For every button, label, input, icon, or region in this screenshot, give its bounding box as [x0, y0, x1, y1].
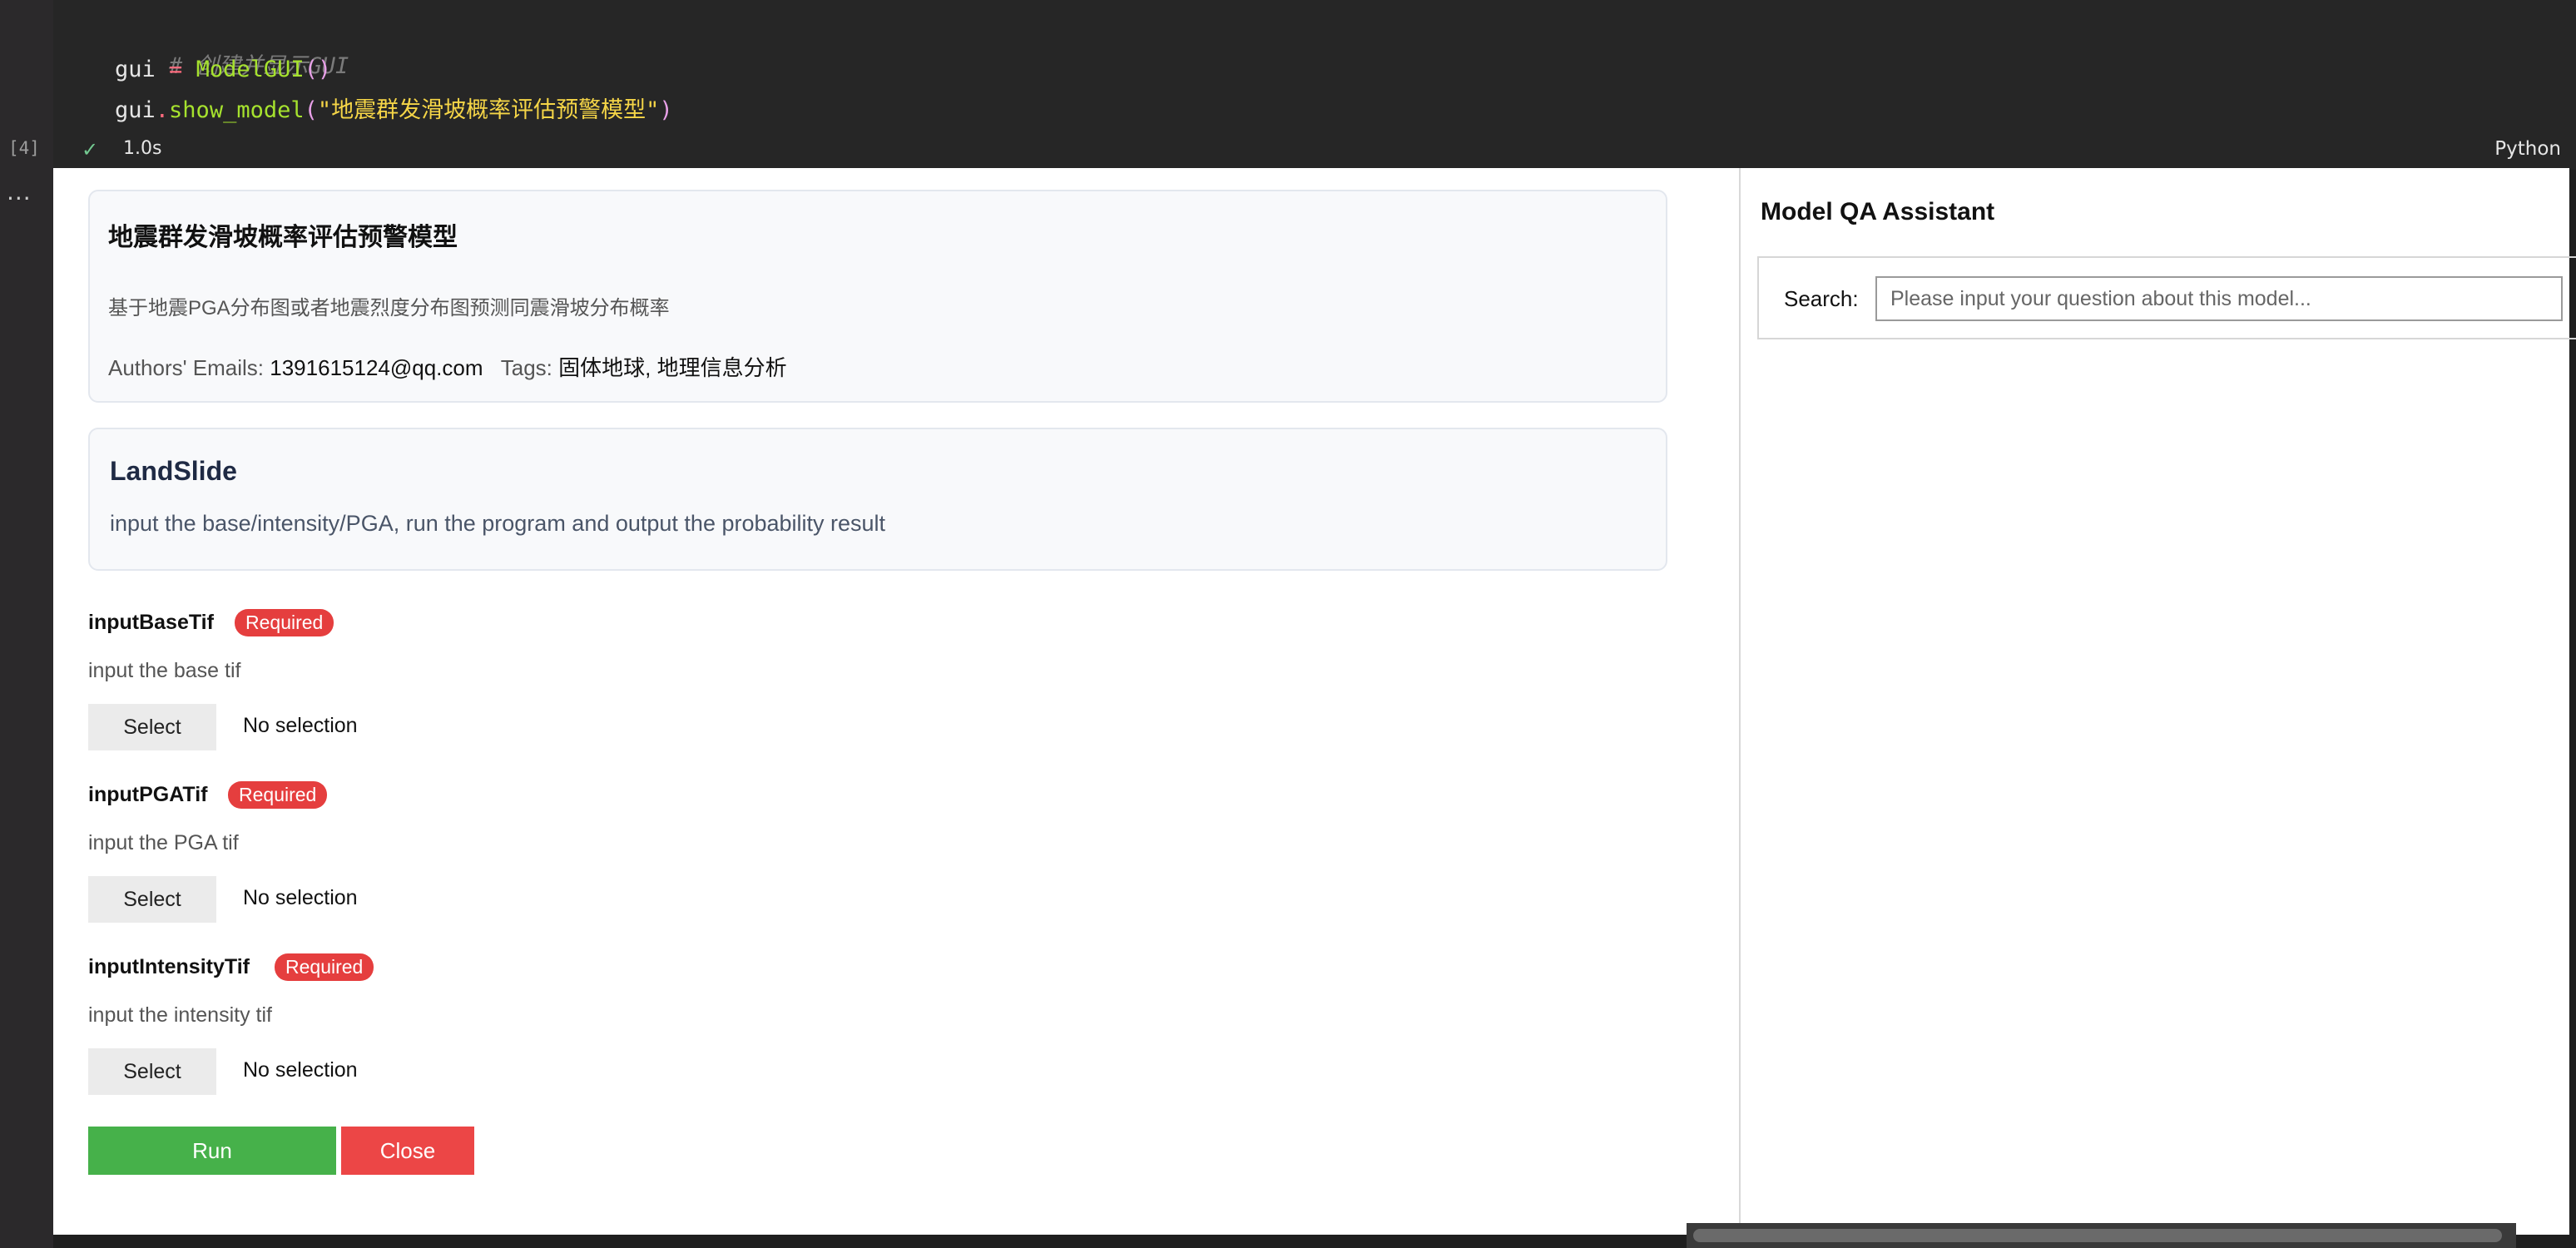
required-badge: Required — [275, 953, 374, 981]
model-title: 地震群发滑坡概率评估预警模型 — [108, 224, 458, 251]
cell-status-bar: ✓ 1.0s Python — [53, 131, 2576, 170]
code-token: ) — [659, 97, 673, 123]
param-description: input the intensity tif — [88, 1003, 272, 1027]
code-token: = — [155, 57, 196, 82]
param-name: inputIntensityTif — [88, 955, 250, 978]
code-token: gui — [115, 57, 156, 82]
cell-gutter: [4] ... — [0, 0, 53, 1248]
horizontal-scrollbar[interactable] — [1687, 1223, 2516, 1248]
param-name: inputPGATif — [88, 783, 208, 806]
model-meta: Authors' Emails: 1391615124@qq.com Tags:… — [108, 351, 787, 382]
tags-value: 固体地球, 地理信息分析 — [558, 355, 787, 380]
code-token: gui — [115, 97, 156, 123]
param-name: inputBaseTif — [88, 611, 214, 634]
tags-label: Tags: — [500, 355, 559, 380]
search-label: Search: — [1784, 286, 1859, 311]
select-file-button[interactable]: Select — [88, 1048, 216, 1095]
code-token: ( — [304, 97, 318, 123]
code-line: gui.show_model("地震群发滑坡概率评估预警模型") — [115, 92, 673, 124]
qa-search-box: Search: — [1757, 256, 2576, 339]
select-file-button[interactable]: Select — [88, 876, 216, 923]
code-token: "地震群发滑坡概率评估预警模型" — [317, 97, 660, 123]
code-token: show_model — [169, 97, 305, 123]
param-description: input the PGA tif — [88, 831, 239, 854]
param-description: input the base tif — [88, 659, 241, 682]
qa-panel: Model QA Assistant Search: — [1739, 168, 2576, 1235]
selection-status: No selection — [243, 1058, 358, 1082]
cell-more-icon[interactable]: ... — [7, 178, 32, 206]
scrollbar-thumb[interactable] — [1693, 1229, 2502, 1242]
check-icon: ✓ — [82, 138, 99, 161]
execution-time: 1.0s — [123, 138, 162, 159]
selection-status: No selection — [243, 886, 358, 909]
required-badge: Required — [228, 781, 328, 809]
execution-count: [4] — [8, 138, 40, 158]
code-line: gui = ModelGUI() — [115, 57, 331, 82]
run-button[interactable]: Run — [88, 1127, 336, 1175]
language-label[interactable]: Python — [2494, 138, 2561, 160]
select-file-button[interactable]: Select — [88, 704, 216, 750]
method-title: LandSlide — [110, 456, 237, 486]
authors-value: 1391615124@qq.com — [270, 355, 483, 380]
cell-output: 地震群发滑坡概率评估预警模型 基于地震PGA分布图或者地震烈度分布图预测同震滑坡… — [53, 168, 2576, 1235]
selection-status: No selection — [243, 714, 358, 737]
code-token: . — [155, 97, 170, 123]
model-info-card: 地震群发滑坡概率评估预警模型 基于地震PGA分布图或者地震烈度分布图预测同震滑坡… — [88, 190, 1667, 403]
close-button[interactable]: Close — [341, 1127, 474, 1175]
search-input[interactable] — [1875, 276, 2563, 321]
authors-label: Authors' Emails: — [108, 355, 270, 380]
qa-title: Model QA Assistant — [1761, 198, 1995, 225]
method-card: LandSlide input the base/intensity/PGA, … — [88, 428, 1667, 571]
code-editor[interactable]: # 创建并显示GUI gui = ModelGUI() gui.show_mod… — [53, 0, 2576, 141]
required-badge: Required — [235, 609, 334, 636]
code-token: () — [304, 57, 332, 82]
method-description: input the base/intensity/PGA, run the pr… — [110, 511, 886, 536]
model-description: 基于地震PGA分布图或者地震烈度分布图预测同震滑坡分布概率 — [108, 297, 670, 319]
code-token: ModelGUI — [196, 57, 305, 82]
model-panel: 地震群发滑坡概率评估预警模型 基于地震PGA分布图或者地震烈度分布图预测同震滑坡… — [53, 168, 1717, 1235]
